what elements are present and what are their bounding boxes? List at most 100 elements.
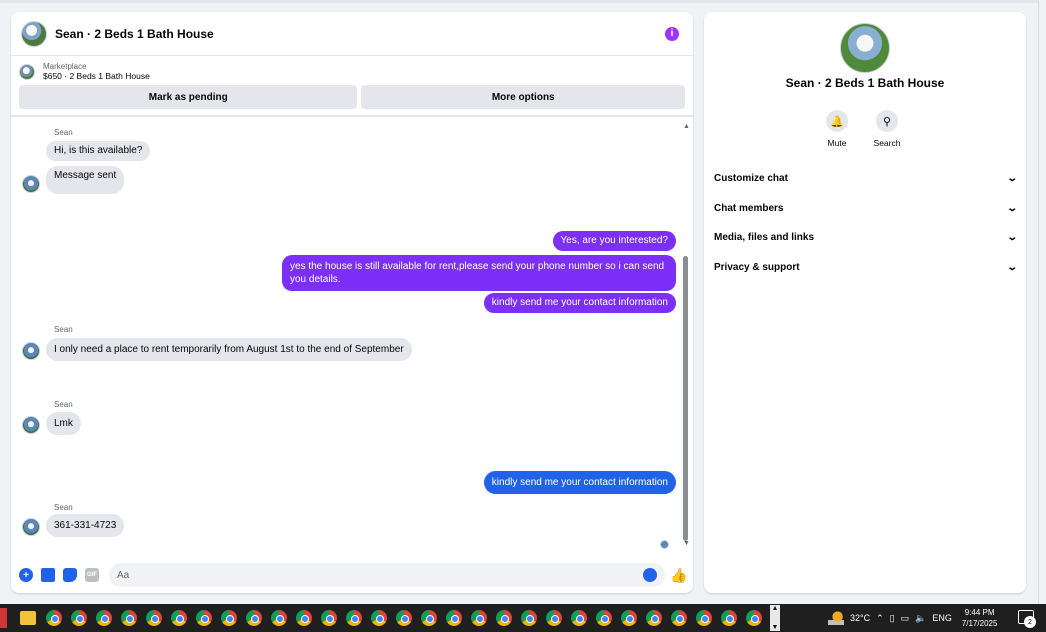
chrome-icon[interactable] <box>645 610 662 626</box>
message-composer: + GIF Aa 👍 <box>11 557 693 593</box>
section-label: Media, files and links <box>714 232 815 244</box>
listing-avatar[interactable] <box>21 20 47 47</box>
sticker-icon[interactable] <box>63 568 77 582</box>
chrome-icon[interactable] <box>245 610 262 626</box>
chrome-icon[interactable] <box>120 610 137 626</box>
chrome-icon[interactable] <box>345 610 362 626</box>
temperature[interactable]: 32°C <box>850 613 870 623</box>
file-explorer-icon[interactable] <box>20 611 36 625</box>
scroll-up-arrow-icon[interactable]: ▲ <box>683 123 690 130</box>
chrome-icon[interactable] <box>145 610 162 626</box>
message-input[interactable]: Aa <box>109 563 665 587</box>
chrome-icon[interactable] <box>220 610 237 626</box>
notification-count-badge: 2 <box>1024 616 1036 628</box>
chat-title[interactable]: Sean · 2 Beds 1 Bath House <box>55 27 665 41</box>
weather-icon[interactable] <box>828 611 844 625</box>
plus-icon[interactable]: + <box>19 568 33 582</box>
message-bubble-outgoing[interactable]: Yes, are you interested? <box>552 231 676 251</box>
photo-icon[interactable] <box>41 568 55 582</box>
chrome-icon[interactable] <box>95 610 112 626</box>
emoji-icon[interactable] <box>643 568 657 582</box>
search-icon[interactable]: ⚲ <box>876 110 898 132</box>
windows-taskbar: ▲ ▼ 32°C ⌃ ▯ ▭ 🔈 ENG 9:44 PM 7/17/2025 2 <box>0 604 1046 632</box>
message-bubble-incoming[interactable]: Hi, is this available? <box>46 141 151 161</box>
chrome-icon[interactable] <box>595 610 612 626</box>
info-icon[interactable]: i <box>665 26 679 41</box>
marketplace-banner: Marketplace $650 · 2 Beds 1 Bath House M… <box>11 56 693 117</box>
network-icon[interactable]: ▭ <box>901 613 910 624</box>
thumbs-up-icon[interactable]: 👍 <box>670 567 687 583</box>
listing-thumbnail[interactable] <box>19 63 35 80</box>
message-bubble-incoming[interactable]: 361-331-4723 <box>46 514 125 537</box>
chrome-icon[interactable] <box>495 610 512 626</box>
scroll-down-arrow-icon[interactable]: ▼ <box>683 540 690 547</box>
chrome-icon[interactable] <box>620 610 637 626</box>
chrome-icon[interactable] <box>170 610 187 626</box>
chrome-icon[interactable] <box>570 610 587 626</box>
sender-avatar[interactable] <box>22 342 40 360</box>
marketplace-label: Marketplace <box>43 62 87 71</box>
chrome-icon[interactable] <box>520 610 537 626</box>
chrome-icon[interactable] <box>70 610 87 626</box>
chrome-icon[interactable] <box>745 610 762 626</box>
listing-summary[interactable]: $650 · 2 Beds 1 Bath House <box>43 71 150 81</box>
section-chat-members[interactable]: Chat members ⌄ <box>704 194 1026 224</box>
mark-as-pending-button[interactable]: Mark as pending <box>19 85 358 109</box>
gif-icon[interactable]: GIF <box>85 568 99 582</box>
chrome-icon[interactable] <box>395 610 412 626</box>
chrome-icon[interactable] <box>45 610 62 626</box>
chevron-down-icon: ⌄ <box>1005 232 1018 244</box>
chrome-icon[interactable] <box>270 610 287 626</box>
chat-scrollbar-thumb[interactable] <box>683 256 688 541</box>
section-label: Privacy & support <box>714 261 800 273</box>
chrome-icon[interactable] <box>320 610 337 626</box>
chrome-icon[interactable] <box>420 610 437 626</box>
message-list: Sean Hi, is this available? Message sent… <box>11 122 693 557</box>
language-indicator[interactable]: ENG <box>932 613 952 623</box>
mute-label: Mute <box>827 138 847 148</box>
chrome-icon[interactable] <box>445 610 462 626</box>
sender-avatar[interactable] <box>22 416 40 434</box>
chrome-icon[interactable] <box>370 610 387 626</box>
chrome-icon[interactable] <box>195 610 212 626</box>
message-bubble-outgoing[interactable]: kindly send me your contact information <box>483 293 676 313</box>
message-bubble-outgoing[interactable]: kindly send me your contact information <box>483 471 676 494</box>
chrome-icon[interactable] <box>295 610 312 626</box>
conversation-avatar[interactable] <box>840 23 890 73</box>
message-bubble-incoming[interactable]: I only need a place to rent temporarily … <box>46 338 412 361</box>
chrome-icon[interactable] <box>545 610 562 626</box>
section-privacy-support[interactable]: Privacy & support ⌄ <box>704 253 1026 283</box>
taskbar-scroll-arrows[interactable]: ▲ ▼ <box>770 605 780 631</box>
chevron-down-icon: ⌄ <box>1005 173 1018 185</box>
page-scrollbar[interactable] <box>1038 0 1046 604</box>
section-label: Chat members <box>714 202 784 214</box>
chevron-down-icon[interactable]: ▼ <box>772 624 779 631</box>
seen-indicator-avatar <box>660 540 669 549</box>
chrome-icon[interactable] <box>670 610 687 626</box>
chrome-icon[interactable] <box>720 610 737 626</box>
sender-name: Sean <box>54 503 73 512</box>
pinned-app-icon[interactable] <box>0 608 7 628</box>
clock[interactable]: 9:44 PM 7/17/2025 <box>962 607 998 629</box>
message-bubble-incoming[interactable]: Message sent <box>46 166 125 194</box>
bell-icon[interactable]: 🔔 <box>826 110 848 132</box>
section-customize-chat[interactable]: Customize chat ⌄ <box>704 164 1026 194</box>
chevron-down-icon: ⌄ <box>1005 261 1018 273</box>
system-tray: 32°C ⌃ ▯ ▭ 🔈 ENG 9:44 PM 7/17/2025 <box>828 604 997 632</box>
chrome-icon[interactable] <box>695 610 712 626</box>
volume-icon[interactable]: 🔈 <box>915 613 926 624</box>
battery-icon[interactable]: ▯ <box>890 613 895 624</box>
sender-name: Sean <box>54 128 73 137</box>
chrome-icon[interactable] <box>470 610 487 626</box>
section-media-files-links[interactable]: Media, files and links ⌄ <box>704 223 1026 253</box>
message-bubble-outgoing[interactable]: yes the house is still available for ren… <box>282 255 676 291</box>
chevron-up-icon[interactable]: ⌃ <box>876 613 884 624</box>
sender-avatar[interactable] <box>22 518 40 536</box>
search-label: Search <box>873 138 901 148</box>
mute-action[interactable]: 🔔 Mute <box>822 110 852 148</box>
sender-avatar[interactable] <box>22 175 40 193</box>
search-action[interactable]: ⚲ Search <box>872 110 902 148</box>
more-options-button[interactable]: More options <box>361 85 685 109</box>
chevron-up-icon[interactable]: ▲ <box>772 605 779 612</box>
message-bubble-incoming[interactable]: Lmk <box>46 412 81 435</box>
